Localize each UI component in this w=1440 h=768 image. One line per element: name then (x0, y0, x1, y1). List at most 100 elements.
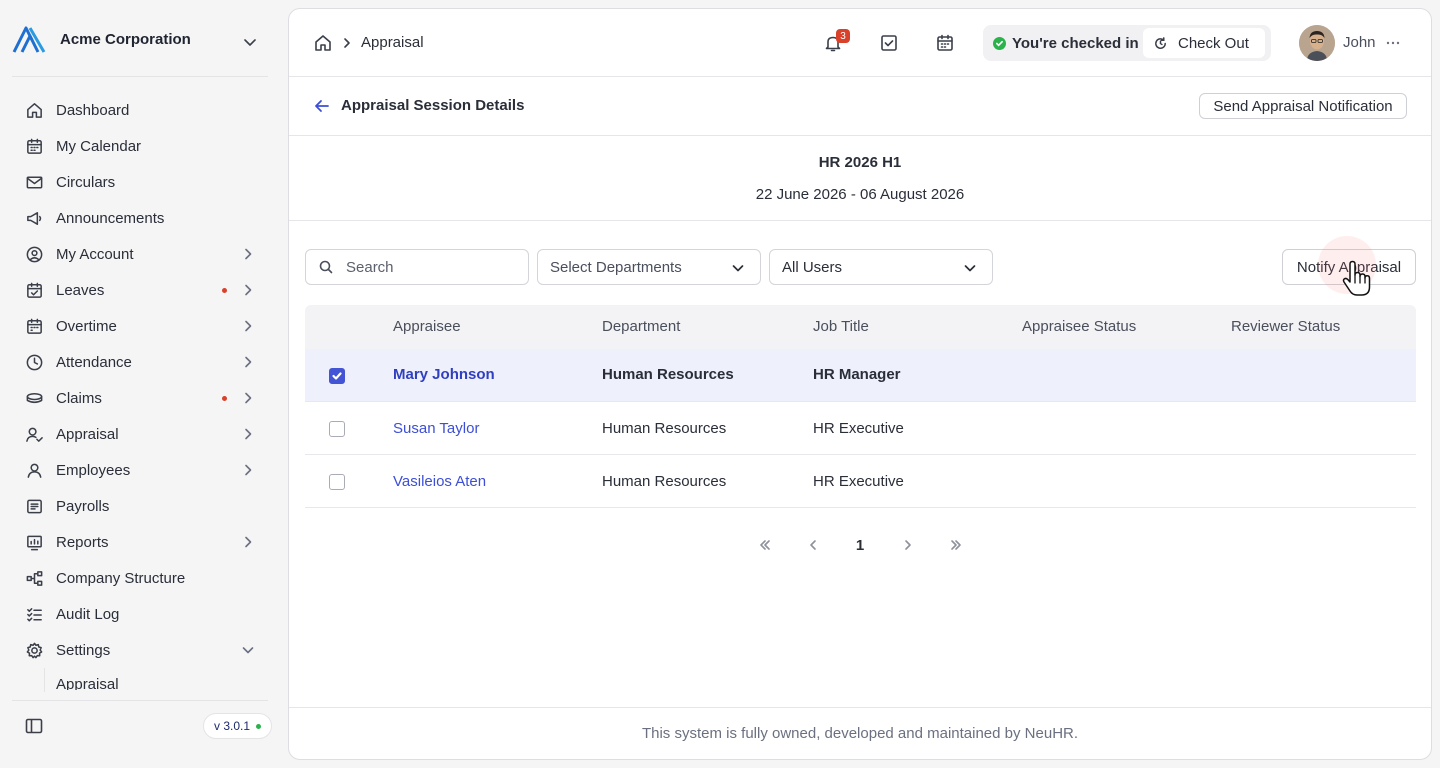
appraisee-name-link[interactable]: Susan Taylor (393, 420, 479, 437)
sidebar-item-dashboard[interactable]: Dashboard (0, 92, 280, 128)
row-checkbox[interactable] (329, 368, 345, 384)
sidebar-item-appraisal[interactable]: Appraisal (0, 416, 280, 452)
check-circle-icon (993, 36, 1006, 50)
sidebar-item-my-account[interactable]: My Account (0, 236, 280, 272)
calendar-icon (24, 136, 44, 156)
sidebar-item-payrolls[interactable]: Payrolls (0, 488, 280, 524)
clock-arrow-icon (1155, 36, 1166, 49)
sidebar-item-my-calendar[interactable]: My Calendar (0, 128, 280, 164)
gear-icon (24, 640, 44, 660)
main-panel: Appraisal 3 You're checked in Check Out (288, 8, 1432, 760)
checklist-icon (24, 604, 44, 624)
calendar-icon (24, 316, 44, 336)
table-row[interactable]: Susan Taylor Human Resources HR Executiv… (305, 402, 1416, 455)
sidebar-item-reports[interactable]: Reports (0, 524, 280, 560)
sidebar-item-claims[interactable]: Claims (0, 380, 280, 416)
chevron-right-icon (240, 354, 256, 370)
avatar[interactable] (1299, 25, 1335, 61)
page-number[interactable]: 1 (849, 534, 871, 556)
arrow-left-icon[interactable] (313, 97, 331, 115)
send-appraisal-notification-button[interactable]: Send Appraisal Notification (1199, 93, 1407, 119)
sidebar-item-settings[interactable]: Settings (0, 632, 280, 668)
prev-page-icon[interactable] (802, 534, 824, 556)
users-select-value: All Users (782, 258, 843, 276)
notification-badge: 3 (836, 29, 850, 43)
department-cell: Human Resources (602, 420, 727, 437)
column-header: Job Title (813, 318, 869, 335)
sidebar: Acme Corporation Dashboard My Calendar C… (0, 0, 280, 768)
sidebar-item-label: Announcements (56, 209, 165, 227)
sidebar-item-label: Audit Log (56, 605, 120, 623)
page-header: Appraisal Session Details Send Appraisal… (289, 77, 1431, 136)
job-title-cell: HR Manager (813, 366, 901, 383)
sidebar-item-leaves[interactable]: Leaves (0, 272, 280, 308)
clock-icon (24, 352, 44, 372)
sidebar-item-circulars[interactable]: Circulars (0, 164, 280, 200)
user-icon (24, 460, 44, 480)
hand-cursor-icon (1342, 260, 1371, 296)
sidebar-item-company-structure[interactable]: Company Structure (0, 560, 280, 596)
sidebar-item-label: Reports (56, 533, 109, 551)
first-page-icon[interactable] (754, 534, 776, 556)
sidebar-item-label: Company Structure (56, 569, 186, 587)
task-check-icon[interactable] (879, 33, 899, 53)
sidebar-toggle-icon[interactable] (24, 716, 44, 736)
more-horizontal-icon[interactable] (1383, 33, 1403, 53)
home-icon (24, 100, 44, 120)
sidebar-item-audit-log[interactable]: Audit Log (0, 596, 280, 632)
sidebar-item-overtime[interactable]: Overtime (0, 308, 280, 344)
top-bar: Appraisal 3 You're checked in Check Out (289, 9, 1431, 77)
calendar-icon[interactable] (935, 33, 955, 53)
page-title: Appraisal Session Details (341, 97, 525, 114)
checkin-status-text: You're checked in (1012, 34, 1139, 52)
org-switcher[interactable]: Acme Corporation (0, 0, 280, 78)
company-logo-icon (12, 26, 46, 53)
sidebar-item-announcements[interactable]: Announcements (0, 200, 280, 236)
calendar-check-icon (24, 280, 44, 300)
chevron-right-icon (240, 246, 256, 262)
megaphone-icon (24, 208, 44, 228)
search-input[interactable] (346, 258, 516, 276)
table-row[interactable]: Vasileios Aten Human Resources HR Execut… (305, 455, 1416, 508)
appraisee-name-link[interactable]: Vasileios Aten (393, 473, 486, 490)
coins-icon (24, 388, 44, 408)
breadcrumb[interactable]: Appraisal (361, 34, 424, 51)
footer-text: This system is fully owned, developed an… (641, 725, 1079, 742)
chevron-down-icon (962, 260, 978, 276)
sidebar-nav: Dashboard My Calendar Circulars Announce… (0, 92, 280, 668)
sidebar-item-label: Attendance (56, 353, 132, 371)
chevron-down-icon[interactable] (240, 32, 260, 52)
table-row[interactable]: Mary Johnson Human Resources HR Manager (305, 349, 1416, 402)
session-name: HR 2026 H1 (818, 154, 902, 171)
sidebar-item-attendance[interactable]: Attendance (0, 344, 280, 380)
version-text: v 3.0.1 (214, 719, 251, 733)
chevron-down-icon (730, 260, 746, 276)
row-checkbox[interactable] (329, 421, 345, 437)
sidebar-subitem-appraisal[interactable]: Appraisal (56, 676, 119, 690)
chevron-right-icon (240, 534, 256, 550)
checkin-group: You're checked in Check Out (983, 25, 1271, 61)
table-header: Appraisee Department Job Title Appraisee… (305, 305, 1416, 349)
sidebar-item-label: Overtime (56, 317, 117, 335)
search-icon (319, 260, 333, 274)
sidebar-item-label: Settings (56, 641, 111, 659)
row-checkbox[interactable] (329, 474, 345, 490)
sidebar-item-employees[interactable]: Employees (0, 452, 280, 488)
departments-select[interactable]: Select Departments (537, 249, 761, 285)
users-select[interactable]: All Users (769, 249, 993, 285)
chevron-right-icon (240, 426, 256, 442)
sidebar-item-label: Employees (56, 461, 131, 479)
column-header: Appraisee Status (1022, 318, 1137, 335)
filter-bar: Select Departments All Users Notify Appr… (289, 249, 1431, 287)
next-page-icon[interactable] (897, 534, 919, 556)
home-icon[interactable] (313, 33, 333, 53)
appraisee-name-link[interactable]: Mary Johnson (393, 366, 495, 383)
sidebar-item-label: My Calendar (56, 137, 142, 155)
last-page-icon[interactable] (945, 534, 967, 556)
chevron-right-icon (340, 36, 354, 50)
check-out-button[interactable]: Check Out (1143, 28, 1265, 58)
user-name[interactable]: John (1343, 34, 1376, 51)
chevron-right-icon (240, 462, 256, 478)
chevron-right-icon (240, 318, 256, 334)
status-dot (256, 723, 262, 729)
